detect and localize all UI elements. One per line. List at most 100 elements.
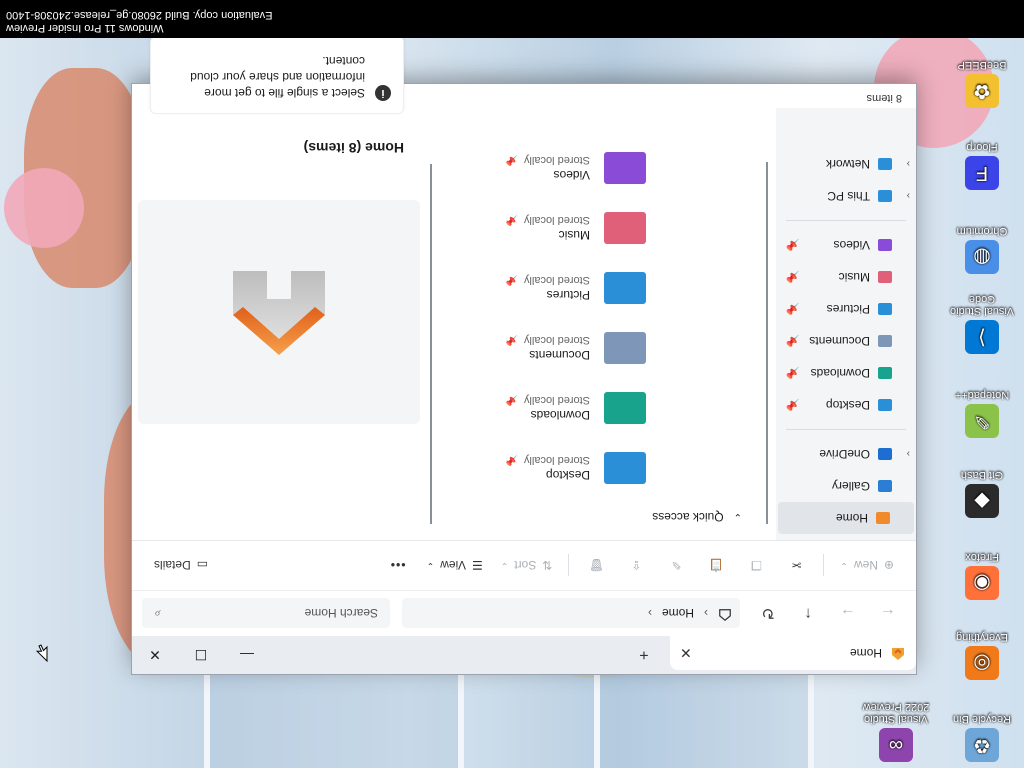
quick-access-header[interactable]: ⌄ Quick access <box>436 498 766 540</box>
details-button[interactable]: ▭ Details <box>148 550 214 582</box>
file-explorer-window[interactable]: Home ✕ + — ☐ ✕ ← → ↑ ↻ › Home › Search H… <box>132 38 916 674</box>
desktop-icon-label: Everything <box>956 631 1008 643</box>
desktop-icon-visual-studio[interactable]: ∞ Visual Studio 2022 Preview <box>854 701 938 762</box>
desktop-icon-floorp[interactable]: F Floorp <box>940 141 1024 190</box>
quick-access-status: Stored locally <box>523 214 590 226</box>
quick-access-status-row: Stored locally 📌 <box>506 454 591 466</box>
quick-access-item-videos[interactable]: Videos Stored locally 📌 <box>436 138 766 198</box>
quick-access-item-music[interactable]: Music Stored locally 📌 <box>436 198 766 258</box>
sidebar-item-label: Documents <box>809 334 870 348</box>
pictures-folder-icon <box>604 272 646 304</box>
sidebar-item-network[interactable]: › Network <box>776 148 916 180</box>
new-button[interactable]: ⊕ New ⌄ <box>834 550 900 582</box>
desktop-icon-git-bash[interactable]: ◆ Git Bash <box>940 469 1024 518</box>
rename-icon: ✎ <box>671 558 682 573</box>
delete-button[interactable]: 🗑 <box>579 550 613 582</box>
navigation-pane: Home Gallery › OneDrive Desktop 📌 Downloads 📌 D… <box>776 108 916 540</box>
minimize-button[interactable]: — <box>224 636 270 674</box>
nav-scrollbar[interactable] <box>766 162 768 524</box>
desktop-icon-vscode[interactable]: ⟩ Visual Studio Code <box>940 293 1024 354</box>
desktop-icon-label: Git Bash <box>960 469 1004 481</box>
forward-button[interactable]: → <box>830 599 866 629</box>
chevron-right-icon[interactable]: › <box>648 607 652 621</box>
quick-access-text: Downloads Stored locally 📌 <box>506 394 591 422</box>
chevron-right-icon[interactable]: › <box>907 449 910 460</box>
refresh-button[interactable]: ↻ <box>750 599 786 629</box>
share-button[interactable]: ⇪ <box>619 550 653 582</box>
sidebar-item-documents[interactable]: Documents 📌 <box>776 325 916 357</box>
quick-access-item-desktop[interactable]: Desktop Stored locally 📌 <box>436 438 766 498</box>
sort-icon: ⇅ <box>542 558 553 573</box>
desktop-icon-label: Chromium <box>956 225 1008 237</box>
pin-icon: 📌 <box>505 334 518 345</box>
up-button[interactable]: ↑ <box>790 599 826 629</box>
pin-icon: 📌 <box>505 454 518 465</box>
chevron-right-icon[interactable]: › <box>907 191 910 202</box>
desktop-icon-beebeep[interactable]: ✿ BeeBEEP <box>940 59 1024 108</box>
paste-button[interactable]: 📋 <box>699 550 733 582</box>
details-pane-icon: ▭ <box>196 558 209 573</box>
command-bar: ⊕ New ⌄ ✂ ❐ 📋 ✎ ⇪ 🗑 ⇅ Sort ⌄ ☰ View ⌄ ••• ▭ Det… <box>132 540 916 590</box>
sidebar-item-videos[interactable]: Videos 📌 <box>776 229 916 261</box>
sidebar-item-label: Downloads <box>810 366 870 380</box>
copy-button[interactable]: ❐ <box>739 550 773 582</box>
sidebar-item-desktop[interactable]: Desktop 📌 <box>776 389 916 421</box>
chevron-down-icon: ⌄ <box>500 561 509 571</box>
desktop-icon-chromium[interactable]: ◍ Chromium <box>940 225 1024 274</box>
desktop-icon-label: Floorp <box>966 141 998 153</box>
desktop-icon-label: Notepad++ <box>954 389 1010 401</box>
chevron-right-icon[interactable]: › <box>907 159 910 170</box>
quick-access-pane: ⌄ Quick access Desktop Stored locally📌 Dow… <box>436 108 766 540</box>
search-input[interactable]: Search Home ⌕ <box>142 598 390 629</box>
pin-icon: 📌 <box>505 394 518 405</box>
close-button[interactable]: ✕ <box>132 636 178 674</box>
sidebar-item-this-pc[interactable]: › This PC <box>776 180 916 212</box>
rename-button[interactable]: ✎ <box>659 550 693 582</box>
sidebar-item-label: OneDrive <box>819 447 870 461</box>
trash-icon: 🗑 <box>588 558 604 573</box>
desktop-icon-everything[interactable]: ◎ Everything <box>940 631 1024 680</box>
content-scrollbar[interactable] <box>430 164 432 524</box>
quick-access-item-pictures[interactable]: Pictures Stored locally 📌 <box>436 258 766 318</box>
sidebar-item-home[interactable]: Home <box>778 502 914 534</box>
quick-access-status: Stored locally <box>523 454 590 466</box>
sidebar-item-downloads[interactable]: Downloads 📌 <box>776 357 916 389</box>
title-bar[interactable]: Home ✕ + — ☐ ✕ <box>132 636 916 674</box>
desktop-icon-firefox[interactable]: ◉ Firefox <box>940 551 1024 600</box>
breadcrumb-home[interactable]: Home <box>662 607 694 621</box>
view-button[interactable]: ☰ View ⌄ <box>421 550 489 582</box>
desktop-icon-label: Visual Studio Code <box>950 293 1015 317</box>
floorp-icon: F <box>965 156 999 190</box>
desktop-icon-label: Recycle Bin <box>952 713 1012 725</box>
taskbar: Windows 11 Pro Insider Preview Evaluatio… <box>0 0 1024 38</box>
maximize-button[interactable]: ☐ <box>178 636 224 674</box>
screen: ♻ Recycle Bin ◎ Everything ◉ Firefox ◆ Git Bash… <box>0 0 1024 768</box>
desktop-icon-label: Visual Studio 2022 Preview <box>862 701 930 725</box>
notepad-plus-plus-icon: ✎ <box>965 404 999 438</box>
sidebar-item-onedrive[interactable]: › OneDrive <box>776 438 916 470</box>
git-bash-icon: ◆ <box>965 484 999 518</box>
desktop-icon-notepad-plus-plus[interactable]: ✎ Notepad++ <box>940 389 1024 438</box>
cut-button[interactable]: ✂ <box>779 550 813 582</box>
everything-icon: ◎ <box>965 646 999 680</box>
quick-access-item-documents[interactable]: Documents Stored locally 📌 <box>436 318 766 378</box>
recycle-bin-icon: ♻ <box>965 728 999 762</box>
sidebar-item-pictures[interactable]: Pictures 📌 <box>776 293 916 325</box>
sidebar-item-gallery[interactable]: Gallery <box>776 470 916 502</box>
sort-button[interactable]: ⇅ Sort ⌄ <box>495 550 559 582</box>
quick-access-text: Desktop Stored locally 📌 <box>506 454 591 482</box>
more-options-button[interactable]: ••• <box>381 550 415 582</box>
new-tab-button[interactable]: + <box>630 642 658 666</box>
sidebar-item-music[interactable]: Music 📌 <box>776 261 916 293</box>
close-tab-icon[interactable]: ✕ <box>680 645 692 662</box>
item-count: 8 items <box>866 92 902 104</box>
pin-icon: 📌 <box>786 238 800 251</box>
chevron-down-icon: ⌄ <box>426 561 435 571</box>
mouse-cursor <box>35 644 48 663</box>
desktop-icon-recycle-bin[interactable]: ♻ Recycle Bin <box>940 713 1024 762</box>
view-icon: ☰ <box>471 558 483 573</box>
breadcrumb[interactable]: › Home › <box>402 598 740 629</box>
tab-home[interactable]: Home ✕ <box>670 636 916 670</box>
quick-access-item-downloads[interactable]: Downloads Stored locally 📌 <box>436 378 766 438</box>
back-button[interactable]: ← <box>870 599 906 629</box>
